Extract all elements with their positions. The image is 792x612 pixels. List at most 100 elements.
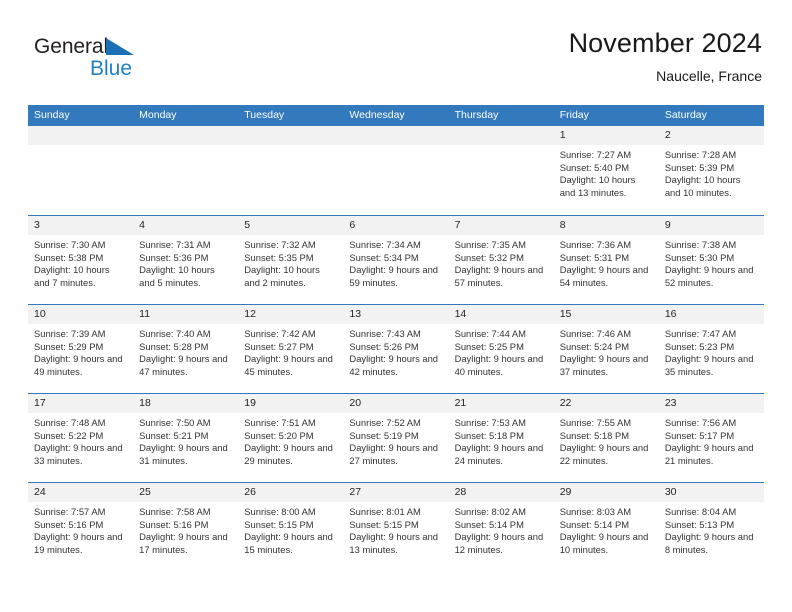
day-cell-26[interactable]: 26 Sunrise: 8:00 AM Sunset: 5:15 PM Dayligh…	[238, 483, 344, 571]
triangle-icon	[106, 38, 135, 55]
day-cell-12[interactable]: 12 Sunrise: 7:42 AM Sunset: 5:27 PM Dayligh…	[238, 305, 344, 393]
day-cell-2[interactable]: 2 Sunrise: 7:28 AM Sunset: 5:39 PM Daylight…	[658, 126, 764, 215]
day-cell-30[interactable]: 30 Sunrise: 8:04 AM Sunset: 5:13 PM Dayligh…	[658, 483, 764, 571]
day-number-band	[28, 126, 134, 145]
sunrise-text: Sunrise: 7:46 AM	[559, 328, 632, 339]
day-cell-29[interactable]: 29 Sunrise: 8:03 AM Sunset: 5:14 PM Dayligh…	[553, 483, 659, 571]
day-details: Sunrise: 7:50 AM Sunset: 5:21 PM Daylight:…	[133, 413, 238, 467]
sunrise-text: Sunrise: 7:55 AM	[559, 417, 632, 428]
weekday-header-row: Sunday Monday Tuesday Wednesday Thursday Frid…	[28, 105, 764, 126]
day-cell-19[interactable]: 19 Sunrise: 7:51 AM Sunset: 5:20 PM Dayligh…	[238, 394, 344, 482]
sunset-text: Sunset: 5:31 PM	[559, 251, 630, 263]
day-details: Sunrise: 7:53 AM Sunset: 5:18 PM Daylight:…	[449, 413, 554, 467]
day-cell-5[interactable]: 5 Sunrise: 7:32 AM Sunset: 5:35 PM Daylight…	[238, 216, 344, 304]
day-cell-16[interactable]: 16 Sunrise: 7:47 AM Sunset: 5:23 PM Dayligh…	[658, 305, 764, 393]
day-cell-10[interactable]: 10 Sunrise: 7:39 AM Sunset: 5:29 PM Dayligh…	[28, 305, 134, 393]
weekday-header-thursday: Thursday	[454, 109, 499, 121]
day-cell-27[interactable]: 27 Sunrise: 8:01 AM Sunset: 5:15 PM Dayligh…	[343, 483, 449, 571]
sunset-text: Sunset: 5:15 PM	[349, 518, 419, 530]
daylight-text: Daylight: 9 hours and 21 minutes.	[664, 442, 754, 466]
daylight-text: Daylight: 9 hours and 59 minutes.	[349, 264, 439, 288]
day-cell-3[interactable]: 3 Sunrise: 7:30 AM Sunset: 5:38 PM Daylight…	[28, 216, 134, 304]
day-cell-21[interactable]: 21 Sunrise: 7:53 AM Sunset: 5:18 PM Dayligh…	[448, 394, 554, 482]
day-number: 13	[349, 308, 362, 320]
day-number-band: 20	[343, 394, 449, 413]
daylight-text: Daylight: 10 hours and 2 minutes.	[244, 264, 320, 288]
day-cell-18[interactable]: 18 Sunrise: 7:50 AM Sunset: 5:21 PM Dayligh…	[133, 394, 239, 482]
day-cell-20[interactable]: 20 Sunrise: 7:52 AM Sunset: 5:19 PM Dayligh…	[343, 394, 449, 482]
day-cell-6[interactable]: 6 Sunrise: 7:34 AM Sunset: 5:34 PM Daylight…	[343, 216, 449, 304]
daylight-text: Daylight: 9 hours and 27 minutes.	[349, 442, 439, 466]
day-number: 11	[139, 308, 151, 320]
calendar-page: General Blue November 2024 Naucelle, Fra…	[0, 0, 792, 612]
sunrise-text: Sunrise: 7:27 AM	[559, 149, 632, 160]
sunrise-text: Sunrise: 7:30 AM	[34, 239, 106, 250]
day-details: Sunrise: 7:51 AM Sunset: 5:20 PM Daylight:…	[238, 413, 343, 467]
day-number-band: 7	[448, 216, 554, 235]
day-number-band	[343, 126, 449, 145]
sunset-text: Sunset: 5:14 PM	[454, 518, 524, 530]
day-number-band: 10	[28, 305, 134, 324]
day-cell-25[interactable]: 25 Sunrise: 7:58 AM Sunset: 5:16 PM Dayligh…	[133, 483, 239, 571]
daylight-text: Daylight: 9 hours and 40 minutes.	[454, 353, 544, 377]
sunset-text: Sunset: 5:28 PM	[139, 340, 209, 352]
day-number-band: 3	[28, 216, 134, 235]
day-number: 17	[34, 397, 46, 409]
sunset-text: Sunset: 5:32 PM	[454, 251, 524, 263]
day-number-band	[133, 126, 239, 145]
day-cell-11[interactable]: 11 Sunrise: 7:40 AM Sunset: 5:28 PM Dayligh…	[133, 305, 239, 393]
day-details: Sunrise: 7:35 AM Sunset: 5:32 PM Daylight:…	[449, 235, 554, 289]
daylight-text: Daylight: 10 hours and 5 minutes.	[139, 264, 215, 288]
day-cell-14[interactable]: 14 Sunrise: 7:44 AM Sunset: 5:25 PM Dayligh…	[448, 305, 554, 393]
sunrise-text: Sunrise: 8:01 AM	[349, 506, 421, 517]
day-number: 7	[454, 219, 461, 231]
day-number: 6	[349, 219, 356, 231]
day-cell-4[interactable]: 4 Sunrise: 7:31 AM Sunset: 5:36 PM Daylight…	[133, 216, 239, 304]
day-details: Sunrise: 7:56 AM Sunset: 5:17 PM Daylight:…	[659, 413, 764, 467]
day-number-band: 30	[658, 483, 764, 502]
day-number: 5	[244, 219, 251, 231]
sunset-text: Sunset: 5:23 PM	[664, 340, 735, 352]
sunset-text: Sunset: 5:18 PM	[559, 429, 630, 441]
day-cell-17[interactable]: 17 Sunrise: 7:48 AM Sunset: 5:22 PM Dayligh…	[28, 394, 134, 482]
sunset-text: Sunset: 5:36 PM	[139, 251, 209, 263]
day-cell-empty	[238, 126, 344, 215]
sunrise-text: Sunrise: 7:28 AM	[664, 149, 737, 160]
day-details: Sunrise: 7:44 AM Sunset: 5:25 PM Daylight:…	[449, 324, 554, 378]
sunset-text: Sunset: 5:30 PM	[664, 251, 735, 263]
day-number-band: 26	[238, 483, 344, 502]
day-cell-8[interactable]: 8 Sunrise: 7:36 AM Sunset: 5:31 PM Daylight…	[553, 216, 659, 304]
day-number-band: 29	[553, 483, 659, 502]
day-number: 20	[349, 397, 362, 409]
page-subtitle: Naucelle, France	[656, 68, 762, 84]
day-number: 2	[664, 129, 671, 141]
daylight-text: Daylight: 9 hours and 31 minutes.	[139, 442, 228, 466]
day-number: 14	[454, 308, 467, 320]
day-cell-15[interactable]: 15 Sunrise: 7:46 AM Sunset: 5:24 PM Dayligh…	[553, 305, 659, 393]
day-cell-22[interactable]: 22 Sunrise: 7:55 AM Sunset: 5:18 PM Dayligh…	[553, 394, 659, 482]
day-number-band: 6	[343, 216, 449, 235]
day-details: Sunrise: 7:42 AM Sunset: 5:27 PM Daylight:…	[238, 324, 343, 378]
day-number: 28	[454, 486, 467, 498]
day-details: Sunrise: 7:55 AM Sunset: 5:18 PM Daylight:…	[554, 413, 659, 467]
sunrise-text: Sunrise: 7:31 AM	[139, 239, 211, 250]
sunset-text: Sunset: 5:26 PM	[349, 340, 419, 352]
day-details: Sunrise: 7:28 AM Sunset: 5:39 PM Daylight:…	[659, 145, 764, 199]
weekday-header-monday: Monday	[139, 109, 177, 121]
sunrise-text: Sunrise: 7:36 AM	[559, 239, 632, 250]
day-cell-28[interactable]: 28 Sunrise: 8:02 AM Sunset: 5:14 PM Dayligh…	[448, 483, 554, 571]
day-cell-9[interactable]: 9 Sunrise: 7:38 AM Sunset: 5:30 PM Daylight…	[658, 216, 764, 304]
sunset-text: Sunset: 5:38 PM	[34, 251, 104, 263]
week-row: 1 Sunrise: 7:27 AM Sunset: 5:40 PM Daylight…	[28, 126, 764, 215]
day-cell-7[interactable]: 7 Sunrise: 7:35 AM Sunset: 5:32 PM Daylight…	[448, 216, 554, 304]
day-cell-13[interactable]: 13 Sunrise: 7:43 AM Sunset: 5:26 PM Dayligh…	[343, 305, 449, 393]
sunrise-text: Sunrise: 7:43 AM	[349, 328, 421, 339]
day-number-band: 27	[343, 483, 449, 502]
sunset-text: Sunset: 5:18 PM	[454, 429, 524, 441]
sunset-text: Sunset: 5:35 PM	[244, 251, 314, 263]
day-cell-24[interactable]: 24 Sunrise: 7:57 AM Sunset: 5:16 PM Dayligh…	[28, 483, 134, 571]
sunset-text: Sunset: 5:22 PM	[34, 429, 104, 441]
day-cell-1[interactable]: 1 Sunrise: 7:27 AM Sunset: 5:40 PM Daylight…	[553, 126, 659, 215]
day-cell-23[interactable]: 23 Sunrise: 7:56 AM Sunset: 5:17 PM Dayligh…	[658, 394, 764, 482]
day-details: Sunrise: 7:38 AM Sunset: 5:30 PM Daylight:…	[659, 235, 764, 289]
